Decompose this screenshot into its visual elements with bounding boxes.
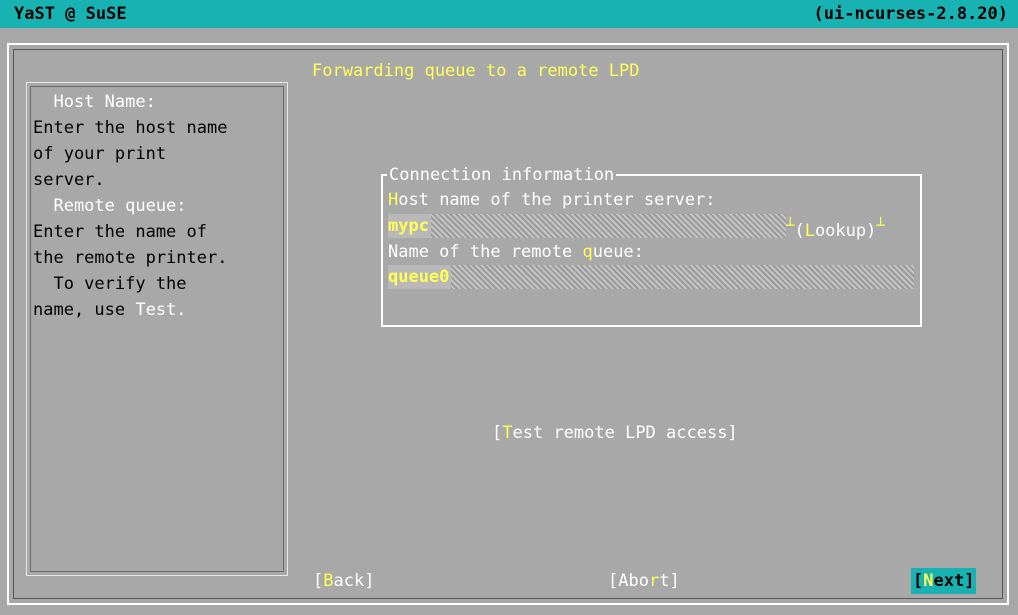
bracket: [	[913, 571, 924, 591]
button-label: t]	[659, 571, 680, 591]
remote-queue-input[interactable]: queue0	[388, 265, 914, 289]
hotkey: T	[502, 423, 513, 443]
host-name-value: mypc	[388, 214, 431, 238]
host-name-label: Host name of the printer server:	[388, 187, 716, 213]
lookup-label: ookup)	[814, 221, 877, 241]
button-label: [Abo	[608, 571, 649, 591]
next-button[interactable]: [Next]	[911, 568, 977, 594]
label-text: ost name of the printer server:	[398, 190, 716, 210]
lookup-paren: (	[794, 221, 805, 241]
help-text-line: name, use Test.	[33, 297, 187, 323]
help-heading-host-name: Host Name:	[33, 92, 156, 112]
app-title: YaST @ SuSE	[14, 4, 127, 24]
hotkey: q	[582, 242, 593, 262]
lookup-button[interactable]: ┴(Lookup)┴	[786, 213, 885, 244]
help-panel[interactable]: Host Name: Enter the host name of your p…	[26, 82, 288, 576]
title-bar: YaST @ SuSE (ui-ncurses-2.8.20)	[0, 0, 1018, 28]
remote-queue-label: Name of the remote queue:	[388, 239, 644, 265]
label-text: ueue:	[592, 242, 644, 262]
button-label: est remote LPD access]	[512, 423, 738, 443]
help-text-line: Enter the host name	[33, 118, 228, 138]
back-button[interactable]: [Back]	[313, 568, 374, 594]
label-text: Name of the remote	[388, 242, 583, 262]
help-text-line: server.	[33, 170, 105, 190]
connection-info-title: Connection information	[387, 162, 617, 188]
button-label: ack]	[333, 571, 375, 591]
bracket: [	[313, 571, 324, 591]
abort-button[interactable]: [Abort]	[608, 568, 680, 594]
combo-end-marker: ┴	[876, 218, 885, 234]
bracket: [	[492, 423, 503, 443]
help-text: name, use	[33, 300, 136, 320]
remote-queue-value: queue0	[388, 265, 452, 289]
help-text-line: of your print	[33, 144, 167, 164]
hotkey: N	[923, 571, 934, 591]
hotkey: L	[804, 221, 815, 241]
host-name-input[interactable]: mypc	[388, 214, 786, 238]
test-remote-lpd-button[interactable]: [Test remote LPD access]	[492, 420, 738, 446]
hotkey: B	[323, 571, 334, 591]
help-test-reference: Test.	[135, 300, 187, 320]
help-heading-remote-queue: Remote queue:	[33, 196, 187, 216]
button-label: ext]	[933, 571, 975, 591]
page-heading: Forwarding queue to a remote LPD	[312, 61, 640, 81]
help-text-line: To verify the	[33, 274, 187, 294]
ui-version: (ui-ncurses-2.8.20)	[813, 4, 1008, 24]
hotkey: r	[648, 571, 660, 591]
help-text-line: the remote printer.	[33, 248, 228, 268]
hotkey: H	[388, 190, 399, 210]
help-text-line: Enter the name of	[33, 222, 207, 242]
